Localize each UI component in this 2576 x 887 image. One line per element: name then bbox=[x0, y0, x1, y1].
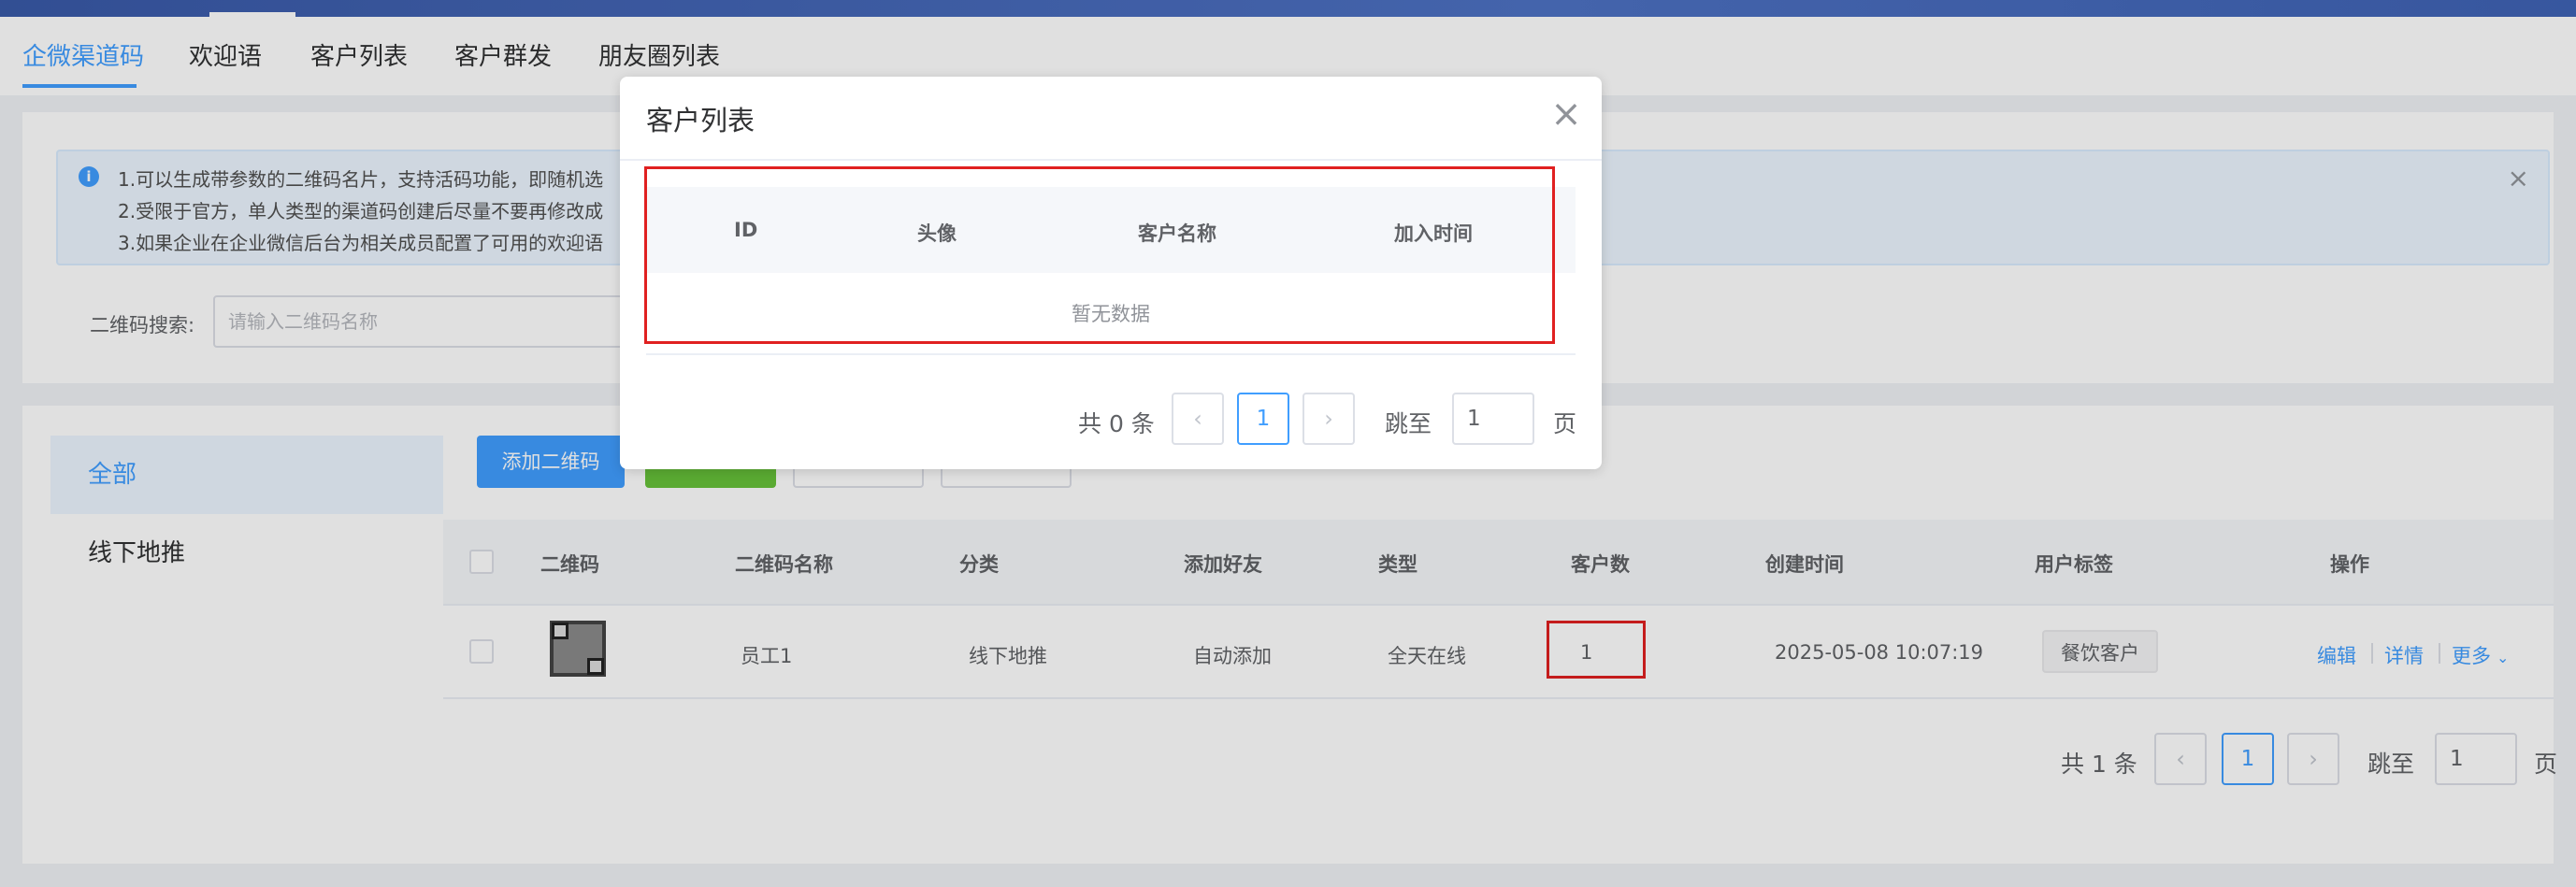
dialog-pager-prev-button[interactable]: ‹ bbox=[1172, 393, 1224, 445]
dialog-pagination: 共 0 条 ‹ 1 › 跳至 1 页 bbox=[620, 393, 1602, 445]
dialog-pager-page-unit: 页 bbox=[1553, 410, 1577, 437]
highlight-dialog-table bbox=[644, 166, 1555, 344]
dialog-divider bbox=[620, 159, 1602, 161]
dialog-title: 客户列表 bbox=[646, 105, 756, 136]
close-icon[interactable]: × bbox=[1549, 95, 1583, 133]
customer-list-dialog: 客户列表 × ID 头像 客户名称 加入时间 暂无数据 共 0 条 ‹ 1 › … bbox=[620, 77, 1602, 469]
dialog-pager-jump-label: 跳至 bbox=[1385, 410, 1432, 437]
dialog-pager-total: 共 0 条 bbox=[1078, 410, 1155, 437]
dialog-pager-next-button[interactable]: › bbox=[1302, 393, 1355, 445]
dialog-pager-page-1[interactable]: 1 bbox=[1237, 393, 1289, 445]
dialog-pager-jump-input[interactable]: 1 bbox=[1452, 393, 1534, 445]
